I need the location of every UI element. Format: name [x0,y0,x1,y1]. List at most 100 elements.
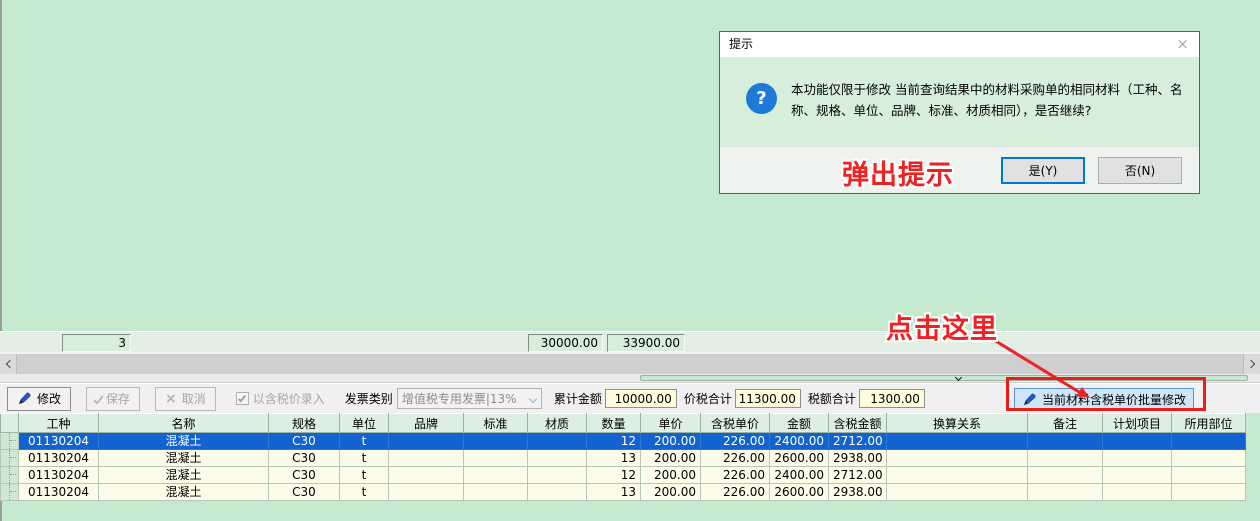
table-cell[interactable]: 13 [587,450,641,467]
table-cell[interactable] [887,467,1028,484]
column-header[interactable]: 金额 [770,414,829,433]
column-header[interactable]: 所用部位 [1172,414,1246,433]
table-cell[interactable] [887,450,1028,467]
table-cell[interactable]: 12 [587,433,641,450]
table-cell[interactable]: 226.00 [701,467,770,484]
table-cell[interactable]: 2938.00 [829,484,887,501]
table-cell[interactable]: 混凝土 [99,467,269,484]
table-cell[interactable]: 226.00 [701,433,770,450]
column-header[interactable]: 名称 [99,414,269,433]
table-cell[interactable] [1103,433,1172,450]
table-row[interactable]: 01130204混凝土C30t 12200.00226.002400.002712… [1,467,1246,484]
column-header[interactable]: 计划项目 [1103,414,1172,433]
table-cell[interactable] [464,450,528,467]
table-cell[interactable] [887,484,1028,501]
table-cell[interactable] [528,484,587,501]
column-header[interactable]: 备注 [1028,414,1103,433]
table-cell[interactable]: t [340,467,389,484]
table-cell[interactable] [887,433,1028,450]
column-header[interactable]: 材质 [528,414,587,433]
table-cell[interactable]: 混凝土 [99,450,269,467]
row-gutter [1,450,19,467]
scroll-right-button[interactable] [1243,354,1260,374]
table-cell[interactable] [528,467,587,484]
table-cell[interactable] [1103,450,1172,467]
column-header[interactable]: 单位 [340,414,389,433]
table-cell[interactable] [1028,484,1103,501]
table-cell[interactable]: 200.00 [641,433,701,450]
table-cell[interactable] [464,433,528,450]
table-cell[interactable]: 2938.00 [829,450,887,467]
table-cell[interactable]: C30 [269,484,340,501]
table-cell[interactable] [1028,467,1103,484]
table-cell[interactable]: C30 [269,450,340,467]
table-cell[interactable]: 01130204 [19,450,99,467]
no-button[interactable]: 否(N) [1098,157,1182,184]
scroll-left-button[interactable] [0,354,17,374]
table-cell[interactable]: 2600.00 [770,450,829,467]
close-icon[interactable]: × [1176,32,1189,57]
table-cell[interactable]: 226.00 [701,484,770,501]
column-header[interactable]: 品牌 [389,414,464,433]
table-cell[interactable] [389,450,464,467]
table-cell[interactable] [1172,433,1246,450]
price-tax-total-field[interactable]: 11300.00 [735,389,801,408]
table-cell[interactable] [389,433,464,450]
table-cell[interactable] [1028,450,1103,467]
table-cell[interactable]: t [340,484,389,501]
table-cell[interactable] [1172,484,1246,501]
cancel-button[interactable]: × 取消 [155,387,216,411]
table-cell[interactable]: C30 [269,433,340,450]
tax-total-field[interactable]: 1300.00 [859,389,925,408]
table-cell[interactable]: 2400.00 [770,433,829,450]
table-cell[interactable]: 2712.00 [829,433,887,450]
column-header[interactable]: 数量 [587,414,641,433]
table-cell[interactable]: 01130204 [19,467,99,484]
table-cell[interactable] [1103,467,1172,484]
table-cell[interactable]: 2712.00 [829,467,887,484]
table-cell[interactable]: 混凝土 [99,433,269,450]
table-cell[interactable]: 200.00 [641,450,701,467]
table-cell[interactable]: 混凝土 [99,484,269,501]
table-cell[interactable]: 2400.00 [770,467,829,484]
table-cell[interactable]: 01130204 [19,484,99,501]
table-cell[interactable] [528,433,587,450]
invoice-type-select[interactable]: 增值税专用发票|13% [397,388,542,409]
table-cell[interactable]: C30 [269,467,340,484]
table-cell[interactable]: 226.00 [701,450,770,467]
table-cell[interactable] [528,450,587,467]
tax-price-entry-checkbox[interactable] [236,392,249,405]
table-cell[interactable]: 01130204 [19,433,99,450]
cumulative-amount-field[interactable]: 10000.00 [605,389,677,408]
table-cell[interactable] [1172,450,1246,467]
table-cell[interactable]: 200.00 [641,484,701,501]
table-row[interactable]: 01130204混凝土C30t 13200.00226.002600.002938… [1,484,1246,501]
column-header[interactable]: 标准 [464,414,528,433]
column-header[interactable]: 含税单价 [701,414,770,433]
modify-button[interactable]: 修改 [7,387,71,411]
table-cell[interactable] [1172,467,1246,484]
table-cell[interactable] [389,484,464,501]
table-cell[interactable]: 12 [587,467,641,484]
table-cell[interactable] [389,467,464,484]
column-header[interactable]: 换算关系 [887,414,1028,433]
table-cell[interactable] [1028,433,1103,450]
dialog-titlebar[interactable]: 提示 × [720,32,1199,57]
table-cell[interactable]: t [340,433,389,450]
table-cell[interactable] [464,484,528,501]
save-button-label: 保存 [106,390,130,407]
column-header[interactable]: 规格 [269,414,340,433]
column-header[interactable]: 工种 [19,414,99,433]
table-cell[interactable]: t [340,450,389,467]
table-cell[interactable]: 2600.00 [770,484,829,501]
column-header[interactable]: 单价 [641,414,701,433]
column-header[interactable]: 含税金额 [829,414,887,433]
table-cell[interactable] [464,467,528,484]
table-row[interactable]: 01130204混凝土C30t 13200.00226.002600.002938… [1,450,1246,467]
table-cell[interactable]: 13 [587,484,641,501]
yes-button[interactable]: 是(Y) [1001,157,1085,184]
table-row[interactable]: 01130204混凝土C30t 12200.00226.002400.002712… [1,433,1246,450]
table-cell[interactable] [1103,484,1172,501]
save-button[interactable]: 保存 [86,387,140,411]
table-cell[interactable]: 200.00 [641,467,701,484]
